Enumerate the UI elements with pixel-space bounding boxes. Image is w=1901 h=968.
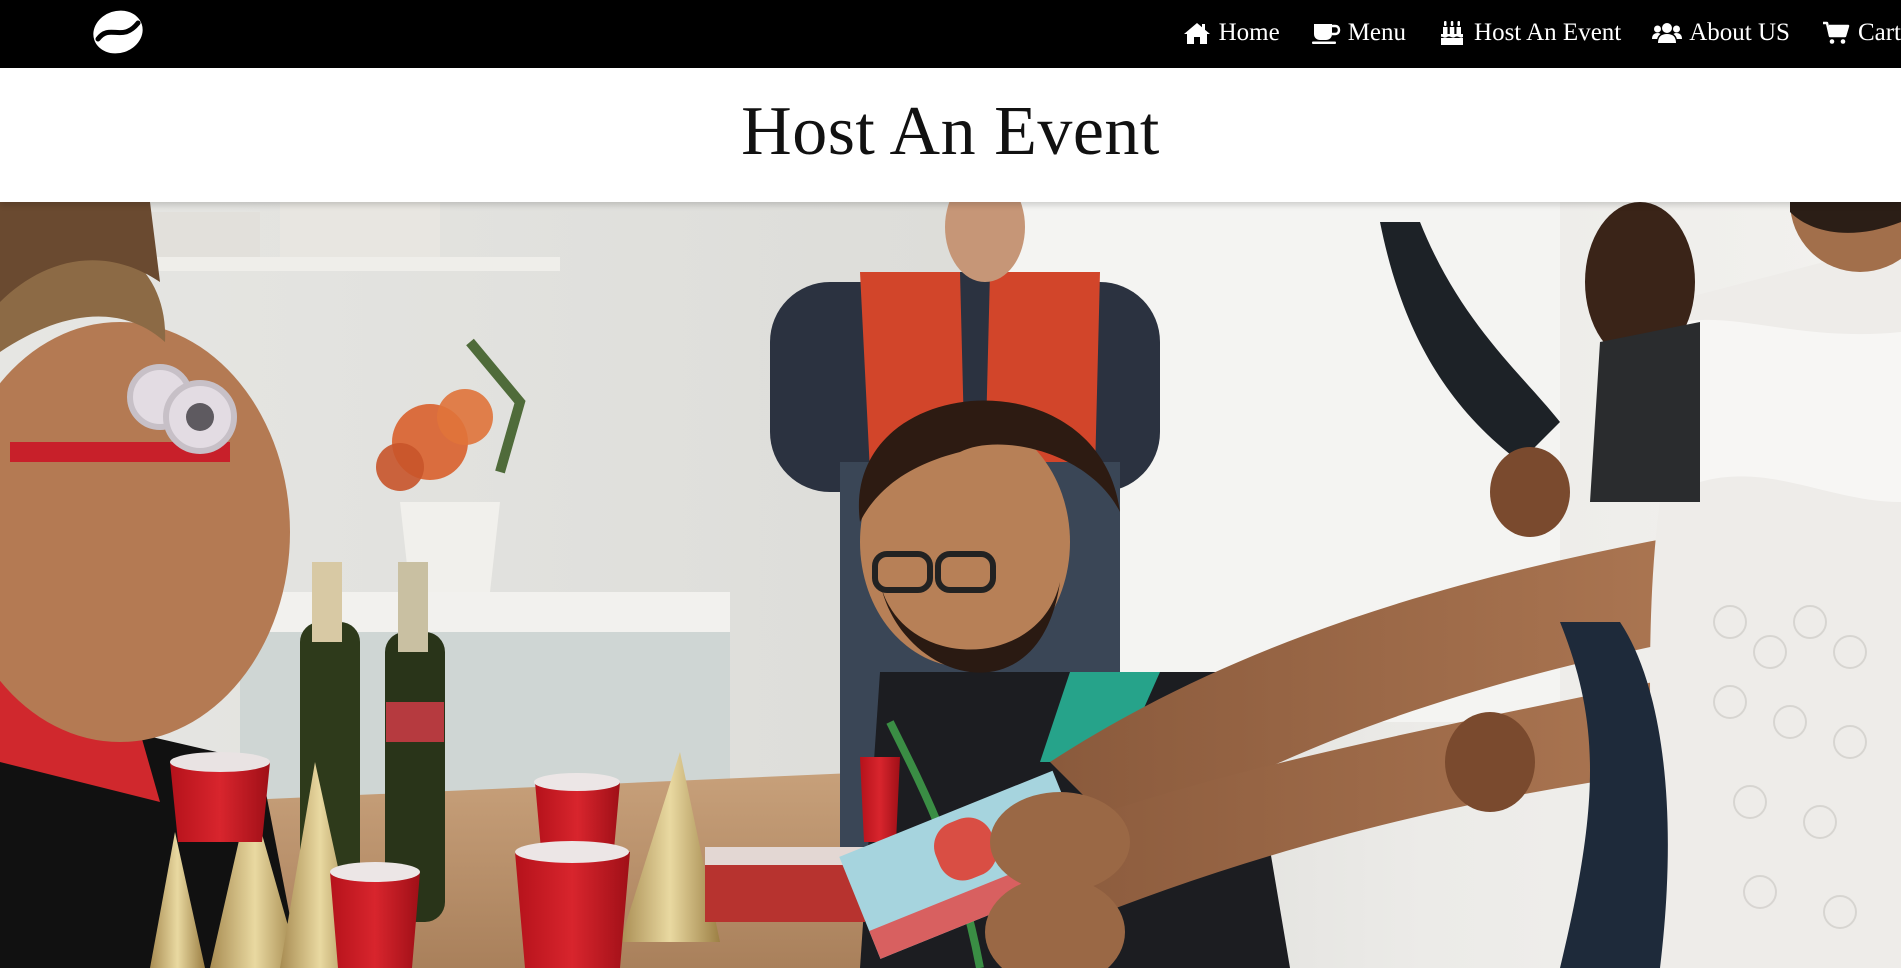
nav-home-label: Home (1218, 19, 1280, 46)
users-icon (1652, 20, 1683, 46)
home-icon (1182, 20, 1212, 46)
cart-icon (1821, 20, 1851, 46)
party-scene-illustration (0, 202, 1901, 968)
nav-host-event-link[interactable]: Host An Event (1437, 13, 1621, 53)
nav-about-label: About US (1689, 19, 1790, 46)
coffee-cup-icon (1311, 20, 1341, 46)
birthday-cake-icon (1437, 20, 1467, 46)
nav-menu-link[interactable]: Menu (1311, 13, 1406, 53)
nav-links: Home Menu Host An Event About US Cart (1182, 0, 1901, 66)
title-section: Host An Event (0, 68, 1901, 202)
nav-cart-link[interactable]: Cart (1821, 13, 1901, 53)
nav-host-event-label: Host An Event (1474, 19, 1622, 46)
page-title: Host An Event (741, 93, 1160, 170)
nav-menu-label: Menu (1347, 19, 1407, 46)
coffee-bean-logo-icon[interactable] (92, 9, 144, 55)
nav-home-link[interactable]: Home (1182, 13, 1280, 53)
nav-cart-label: Cart (1857, 19, 1901, 46)
hero-party-photo (0, 202, 1901, 968)
navbar: Home Menu Host An Event About US Cart (0, 0, 1901, 68)
nav-about-link[interactable]: About US (1652, 13, 1790, 53)
